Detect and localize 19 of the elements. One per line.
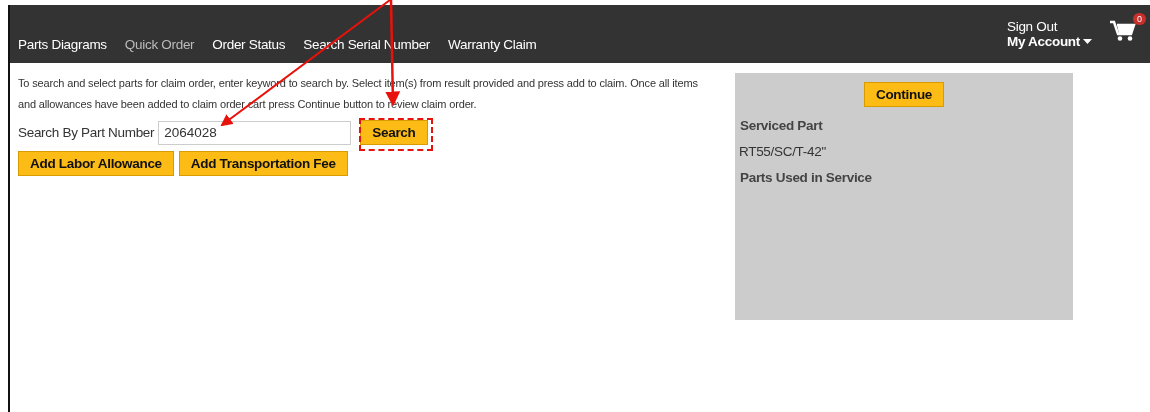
continue-button[interactable]: Continue: [863, 82, 945, 107]
parts-used-heading: Parts Used in Service: [740, 170, 873, 185]
serviced-part-heading: Serviced Part: [740, 118, 824, 133]
sign-out-link[interactable]: Sign Out: [1007, 19, 1092, 34]
part-number-field[interactable]: 2064028: [158, 120, 352, 145]
nav-link[interactable]: Order Status: [212, 37, 286, 52]
cart-button[interactable]: 0: [1110, 12, 1146, 42]
search-label: Search By Part Number: [18, 125, 155, 140]
add-fee-button[interactable]: Add Transportation Fee: [178, 151, 348, 176]
nav-link[interactable]: Parts Diagrams: [18, 37, 107, 52]
cart-count-badge: 0: [1133, 12, 1146, 25]
nav-link[interactable]: Quick Order: [124, 37, 195, 52]
cart-icon: [1110, 19, 1136, 42]
nav-link[interactable]: Warranty Claim: [448, 37, 537, 52]
serviced-part-value: RT55/SC/T-42": [739, 144, 827, 159]
my-account-menu[interactable]: My Account: [1007, 34, 1092, 49]
add-fee-button[interactable]: Add Labor Allowance: [18, 151, 174, 176]
caret-icon: [1083, 39, 1092, 44]
search-button[interactable]: Search: [360, 120, 428, 145]
